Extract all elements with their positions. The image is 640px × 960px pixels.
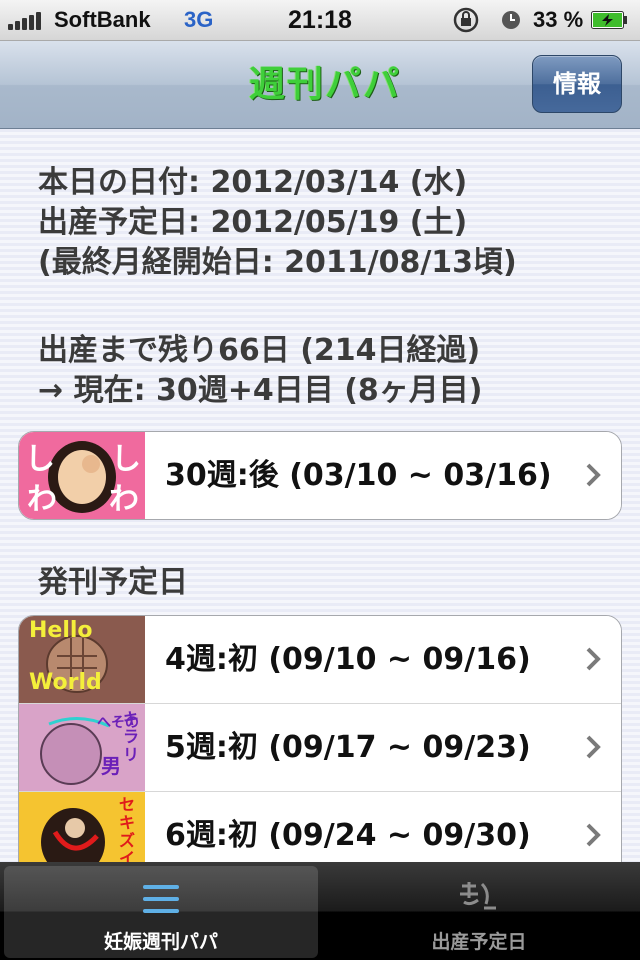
issue-thumbnail: Hello World: [19, 616, 145, 703]
current-issue-group: し わ し わ 30週:後 (03/10 ~ 03/16): [18, 431, 622, 520]
tab-due-date[interactable]: 出産予定日: [322, 866, 636, 958]
battery-charging-icon: [591, 11, 627, 29]
list-item[interactable]: へその 男 キラリ 5週:初 (09/17 ~ 09/23): [19, 703, 621, 791]
navigation-bar: 週刊パパ 情報: [0, 41, 640, 129]
thumb-text-1: セキズイ: [119, 795, 136, 863]
current-issue-label: 30週:後 (03/10 ~ 03/16): [165, 458, 552, 493]
schedule-header: 発刊予定日: [38, 565, 188, 600]
info-button[interactable]: 情報: [532, 55, 622, 113]
list-icon: [143, 885, 179, 913]
list-item[interactable]: Hello World 4週:初 (09/10 ~ 09/16): [19, 616, 621, 703]
date-info: 本日の日付: 2012/03/14 (水) 出産予定日: 2012/05/19 …: [38, 163, 517, 283]
chevron-right-icon: [586, 647, 601, 671]
due-date: 出産予定日: 2012/05/19 (土): [38, 205, 468, 240]
rotation-lock-icon: [453, 7, 479, 33]
issue-label: 6週:初 (09/24 ~ 09/30): [165, 818, 531, 853]
today-date: 本日の日付: 2012/03/14 (水): [38, 165, 468, 200]
tab-weekly-papa[interactable]: 妊娠週刊パパ: [4, 866, 318, 958]
thumb-text-1: Hello: [29, 618, 93, 643]
issue-label: 5週:初 (09/17 ~ 09/23): [165, 730, 531, 765]
chevron-right-icon: [586, 823, 601, 847]
status-bar: SoftBank 3G 21:18 33 %: [0, 0, 640, 41]
thumb-text-2: 男: [101, 754, 121, 778]
last-period-date: (最終月経開始日: 2011/08/13頃): [38, 245, 517, 280]
tab-label: 出産予定日: [431, 931, 527, 953]
thumb-text-2: わ: [27, 482, 57, 517]
battery-percentage: 33 %: [533, 7, 584, 32]
list-item[interactable]: セキズイ 6週:初 (09/24 ~ 09/30): [19, 791, 621, 862]
issue-thumbnail: セキズイ: [19, 792, 145, 862]
main-content[interactable]: 本日の日付: 2012/03/14 (水) 出産予定日: 2012/05/19 …: [0, 129, 640, 862]
current-week: → 現在: 30週+4日目 (8ヶ月目): [38, 373, 483, 408]
current-issue-thumbnail: し わ し わ: [19, 432, 145, 519]
calendar-icon: [460, 882, 496, 910]
tab-bar: 妊娠週刊パパ 出産予定日: [0, 862, 640, 960]
thumb-text-4: わ: [109, 482, 139, 517]
issue-label: 4週:初 (09/10 ~ 09/16): [165, 642, 531, 677]
alarm-icon: [502, 11, 520, 29]
thumb-text-1: し: [25, 442, 55, 477]
tab-label: 妊娠週刊パパ: [103, 931, 218, 953]
countdown-info: 出産まで残り66日 (214日経過) → 現在: 30週+4日目 (8ヶ月目): [38, 331, 483, 411]
thumb-text-3: キラリ: [123, 709, 140, 764]
chevron-right-icon: [586, 463, 601, 487]
days-remaining: 出産まで残り66日 (214日経過): [38, 333, 481, 368]
app-title: 週刊パパ: [248, 64, 401, 105]
thumb-text-3: し: [111, 442, 141, 477]
schedule-list: Hello World 4週:初 (09/10 ~ 09/16) へその 男 キ…: [18, 615, 622, 862]
thumb-text-2: World: [29, 670, 102, 695]
chevron-right-icon: [586, 735, 601, 759]
issue-thumbnail: へその 男 キラリ: [19, 704, 145, 791]
current-issue-row[interactable]: し わ し わ 30週:後 (03/10 ~ 03/16): [19, 432, 621, 519]
